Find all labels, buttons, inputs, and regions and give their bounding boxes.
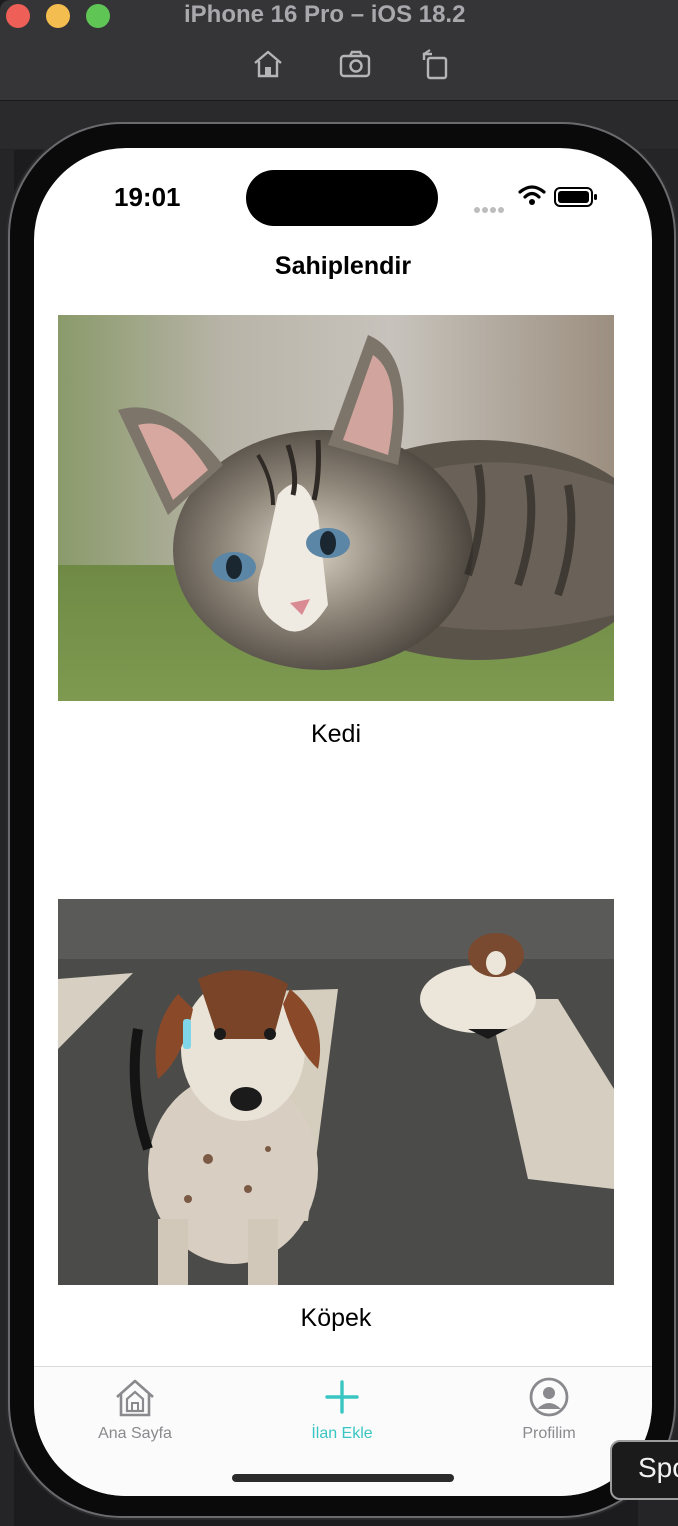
tab-ilan-ekle[interactable]: İlan Ekle [267, 1375, 417, 1443]
rotate-button[interactable] [418, 46, 454, 82]
home-icon [254, 50, 282, 78]
tab-label: Profilim [522, 1425, 576, 1442]
plus-icon [325, 1380, 359, 1414]
status-time: 19:01 [114, 182, 181, 212]
tab-label: İlan Ekle [311, 1425, 373, 1442]
iphone-screen: 19:01 Sahiplendir Kedi Köpek Ana Sayfa İ… [34, 148, 652, 1496]
kitten-photo [58, 315, 614, 701]
spotlight-overlay[interactable]: Spo [610, 1440, 678, 1500]
battery-icon [554, 187, 597, 207]
minimize-window-button[interactable] [46, 4, 70, 28]
page-title: Sahiplendir [274, 252, 412, 280]
screenshot-icon [339, 50, 371, 78]
simulator-titlebar: iPhone 16 Pro – iOS 18.2 [0, 0, 678, 101]
tab-profilim[interactable]: Profilim [474, 1375, 624, 1443]
profile-icon [529, 1377, 569, 1417]
wifi-icon [518, 185, 546, 205]
pet-label-kedi: Kedi [310, 720, 362, 748]
tab-label: Ana Sayfa [98, 1425, 172, 1442]
dogs-on-crosswalk-photo [58, 899, 614, 1285]
home-icon [116, 1379, 154, 1417]
spotlight-text: Spo [638, 1452, 678, 1483]
home-indicator [232, 1474, 454, 1482]
tab-ana-sayfa[interactable]: Ana Sayfa [60, 1375, 210, 1443]
window-title: iPhone 16 Pro – iOS 18.2 [184, 1, 466, 28]
zoom-window-button[interactable] [86, 4, 110, 28]
pet-image-kopek[interactable] [58, 899, 614, 1285]
pet-label-kopek: Köpek [300, 1304, 372, 1332]
home-button[interactable] [250, 46, 286, 82]
rotate-icon [422, 49, 448, 80]
dynamic-island [246, 170, 438, 226]
cellular-signal-icon [474, 200, 508, 213]
close-window-button[interactable] [6, 4, 30, 28]
pet-image-kedi[interactable] [58, 315, 614, 701]
screenshot-button[interactable] [338, 46, 374, 82]
